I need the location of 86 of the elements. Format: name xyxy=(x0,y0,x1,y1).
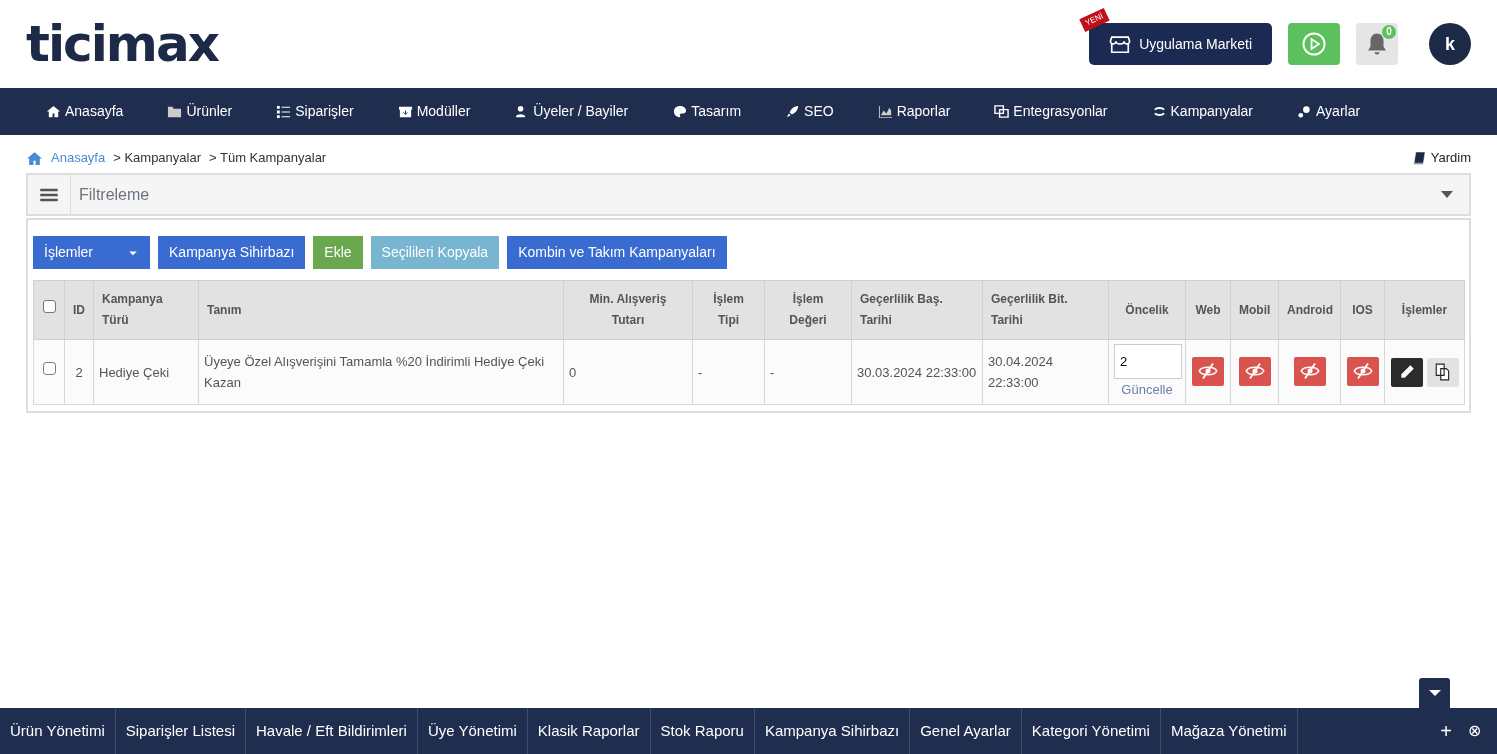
nav-item[interactable]: SEO xyxy=(785,101,834,122)
column-header: Kampanya Türü xyxy=(93,280,199,340)
table-cell: 30.04.2024 22:33:00 xyxy=(982,339,1109,405)
column-header: İşlem Değeri xyxy=(764,280,852,340)
column-header: ID xyxy=(64,280,94,340)
nav-item[interactable]: Anasayfa xyxy=(46,101,124,122)
list-icon xyxy=(276,104,292,119)
column-header: IOS xyxy=(1340,280,1385,340)
visibility-toggle[interactable] xyxy=(1346,356,1379,386)
palette-icon xyxy=(672,104,688,119)
folder-icon xyxy=(167,104,183,119)
update-link[interactable]: Güncelle xyxy=(1114,379,1180,400)
bottom-tab[interactable]: Klasik Raporlar xyxy=(527,708,651,754)
column-header: Mobil xyxy=(1230,280,1279,340)
visibility-toggle[interactable] xyxy=(1238,356,1271,386)
bottom-tab[interactable]: Ürün Yönetimi xyxy=(0,708,116,754)
breadcrumb-item[interactable]: Anasayfa xyxy=(51,148,106,168)
copy-icon xyxy=(1433,363,1452,381)
table-cell: 0 xyxy=(563,339,693,405)
table-cell: - xyxy=(764,339,852,405)
breadcrumb-item: > Tüm Kampanyalar xyxy=(209,149,327,168)
bottom-tab[interactable]: Kategori Yönetimi xyxy=(1021,708,1161,754)
column-header: Tanım xyxy=(198,280,564,340)
visibility-toggle[interactable] xyxy=(1293,356,1326,386)
market-button[interactable]: Uygulama Marketi xyxy=(1089,23,1272,65)
visibility-toggle[interactable] xyxy=(1192,356,1224,386)
bottom-tab[interactable]: Kampanya Sihirbazı xyxy=(754,708,911,754)
table-cell: 30.03.2024 22:33:00 xyxy=(851,339,983,405)
eye-slash-icon xyxy=(1352,361,1373,382)
collapse-tab[interactable] xyxy=(1419,678,1450,708)
filter-title: Filtreleme xyxy=(79,184,150,205)
notification-count: 0 xyxy=(1382,25,1396,39)
eye-slash-icon xyxy=(1299,361,1320,382)
nav-item[interactable]: Ürünler xyxy=(167,101,233,122)
add-button[interactable]: + xyxy=(1440,716,1452,746)
priority-field[interactable]: 2 xyxy=(1114,344,1182,379)
home-icon xyxy=(46,104,61,119)
nav-item[interactable]: Üyeler / Bayiler xyxy=(514,101,629,122)
nav-item[interactable]: Raporlar xyxy=(877,101,951,122)
bottom-tab[interactable]: Siparişler Listesi xyxy=(115,708,246,754)
eye-slash-icon xyxy=(1198,361,1218,382)
eye-slash-icon xyxy=(1244,361,1265,382)
column-header: Android xyxy=(1278,280,1341,340)
table-cell: 2 xyxy=(64,339,94,405)
column-header: Min. Alışveriş Tutarı xyxy=(563,280,693,340)
breadcrumb-item: > Kampanyalar xyxy=(113,149,201,168)
nav-item[interactable]: Ayarlar xyxy=(1297,101,1361,122)
chart-icon xyxy=(877,104,893,119)
column-header: Geçerlilik Bit. Tarihi xyxy=(982,280,1109,340)
checkbox[interactable] xyxy=(42,299,56,313)
column-header: İşlem Tipi xyxy=(692,280,765,340)
toolbar-button[interactable]: Kampanya Sihirbazı xyxy=(158,236,306,269)
table-cell: Üyeye Özel Alışverişini Tamamla %20 İndirimli Hediye Çeki Kazan xyxy=(198,339,564,405)
bottom-tab[interactable]: Mağaza Yönetimi xyxy=(1160,708,1298,754)
column-header: Öncelik xyxy=(1108,280,1186,340)
archive-icon xyxy=(397,104,413,119)
logo[interactable]: ticimax xyxy=(26,19,218,69)
nav-item[interactable]: Kampanyalar xyxy=(1151,101,1253,122)
nav-item[interactable]: Modüller xyxy=(397,101,471,122)
column-header: Web xyxy=(1185,280,1231,340)
play-icon xyxy=(1301,31,1327,57)
table-cell: Hediye Çeki xyxy=(93,339,199,405)
user-avatar[interactable]: k xyxy=(1429,23,1471,65)
table-cell: - xyxy=(692,339,765,405)
checkbox[interactable] xyxy=(42,361,56,375)
filter-bar[interactable]: Filtreleme xyxy=(26,173,1471,216)
column-header: Geçerlilik Baş. Tarihi xyxy=(851,280,983,340)
copy-button[interactable] xyxy=(1426,357,1459,387)
play-button[interactable] xyxy=(1288,23,1340,65)
nav-item[interactable]: Entegrasyonlar xyxy=(994,101,1108,122)
home-icon xyxy=(26,149,43,167)
bottom-tab[interactable]: Üye Yönetimi xyxy=(417,708,528,754)
nav-item[interactable]: Siparişler xyxy=(276,101,354,122)
toolbar-button[interactable]: Kombin ve Takım Kampanyaları xyxy=(507,236,727,269)
close-button[interactable]: ⊗ xyxy=(1468,719,1481,743)
dropdown-button[interactable]: İşlemler xyxy=(33,236,150,269)
bottom-tab[interactable]: Stok Raporu xyxy=(650,708,755,754)
edit-button[interactable] xyxy=(1390,357,1423,387)
column-header: İşlemler xyxy=(1384,280,1465,340)
windows-icon xyxy=(994,104,1010,119)
help-link[interactable]: Yardim xyxy=(1411,143,1471,173)
store-icon xyxy=(1109,33,1132,55)
bottom-tab[interactable]: Havale / Eft Bildirimleri xyxy=(246,708,418,754)
bottom-tab[interactable]: Genel Ayarlar xyxy=(910,708,1022,754)
nav-item[interactable]: Tasarım xyxy=(672,101,742,122)
gears-icon xyxy=(1297,104,1312,119)
